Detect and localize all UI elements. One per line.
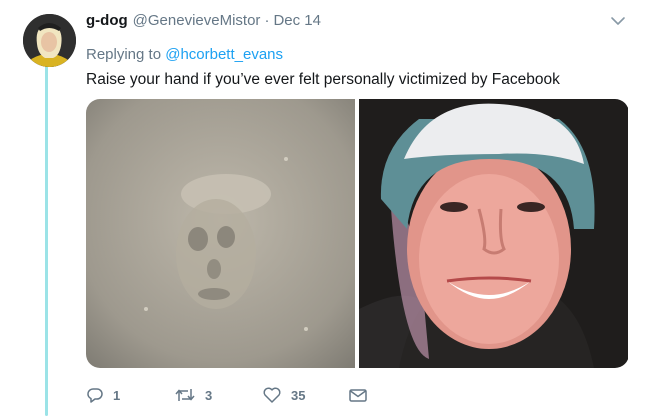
user-handle[interactable]: @GenevieveMistor [133,12,261,29]
retweet-button[interactable]: 3 [174,386,212,404]
reply-count: 1 [113,387,121,403]
tweet-text: Raise your hand if you’ve ever felt pers… [86,71,560,88]
heart-icon [262,386,282,404]
like-count: 35 [291,387,306,403]
reply-icon [86,386,104,404]
display-name[interactable]: g-dog [86,12,128,29]
retweet-count: 3 [205,387,213,403]
thread-connector-line [45,66,48,416]
like-button[interactable]: 35 [262,386,305,404]
avatar[interactable] [23,14,76,67]
chevron-down-icon[interactable] [610,14,626,26]
envelope-icon [348,387,368,403]
retweet-icon [174,386,196,404]
separator-dot: · [264,12,270,29]
tweet-header: g-dog @GenevieveMistor · Dec 14 [86,12,630,34]
media-photo-snow-face[interactable] [86,99,355,368]
replying-to-label: Replying to [86,46,162,63]
reply-button[interactable]: 1 [86,386,120,404]
tweet-media [86,99,629,368]
reply-mention-link[interactable]: @hcorbett_evans [165,46,283,63]
direct-message-button[interactable] [348,387,368,403]
tweet-date[interactable]: Dec 14 [273,12,321,29]
media-photo-selfie[interactable] [359,99,628,368]
replying-to: Replying to @hcorbett_evans [86,46,283,63]
